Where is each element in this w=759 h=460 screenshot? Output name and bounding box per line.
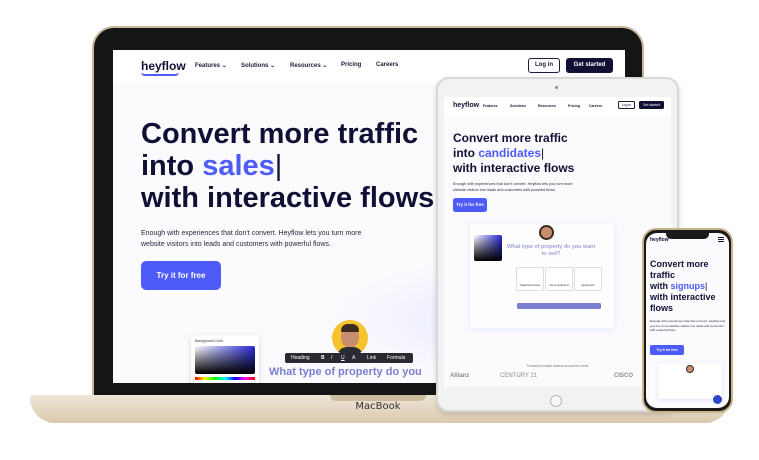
- color-gradient-picker[interactable]: [195, 346, 255, 374]
- trusted-by-text: Trusted by market leaders around the wor…: [526, 364, 589, 368]
- hue-slider[interactable]: [195, 377, 255, 380]
- try-free-button[interactable]: Try it for free: [141, 261, 221, 290]
- phone-notch: [666, 233, 709, 239]
- text-format-toolbar: Heading B I U A Link Formula: [285, 353, 413, 363]
- color-picker-card[interactable]: Background Color: [191, 335, 259, 383]
- option-card-apartment[interactable]: [574, 267, 602, 291]
- underline-button[interactable]: U: [341, 355, 345, 361]
- phone-screen: heyflow Convert more traffic with signup…: [646, 233, 729, 408]
- text-color-button[interactable]: A: [352, 355, 355, 361]
- camera-icon: [555, 86, 558, 89]
- italic-button[interactable]: I: [331, 355, 332, 361]
- nav-item-solutions[interactable]: Solutions ⌄: [241, 62, 275, 69]
- flow-question-text: What type of property do you want to sel…: [506, 244, 596, 257]
- headline-accent-word: candidates: [478, 146, 542, 160]
- get-started-button[interactable]: Get started: [639, 101, 664, 109]
- cisco-logo: CISCO: [614, 373, 634, 379]
- chevron-down-icon: ⌄: [221, 63, 227, 69]
- hero-subtitle: Enough with experiences that don't conve…: [650, 319, 726, 332]
- try-free-button[interactable]: Try it for free: [453, 198, 487, 212]
- flow-question-text: What type of property do you: [269, 366, 422, 378]
- option-label: Semi-detached: [549, 283, 569, 287]
- chat-bubble-icon[interactable]: [713, 395, 722, 404]
- hero-subtitle: Enough with experiences that don't conve…: [141, 230, 362, 248]
- heyflow-logo[interactable]: heyflow: [650, 237, 669, 243]
- nav-item-careers[interactable]: Careers: [376, 62, 398, 68]
- hamburger-menu-icon-bar: [718, 239, 724, 240]
- avatar: [332, 320, 368, 356]
- login-button[interactable]: Log in: [528, 58, 560, 73]
- laptop-brand-label: MacBook: [355, 401, 401, 412]
- device-mockup-stage: MacBook heyflow Features ⌄ Solutions ⌄ R…: [0, 0, 759, 460]
- logo-smile-icon: [141, 72, 179, 76]
- nav-item-pricing[interactable]: Pricing: [341, 62, 361, 68]
- continue-bar[interactable]: [517, 303, 601, 309]
- hero-headline: Convert more traffic with signups| with …: [650, 259, 716, 313]
- allianz-logo: Allianz: [450, 373, 470, 379]
- option-label: Detached House: [519, 283, 541, 287]
- headline-accent-word: sales: [202, 150, 275, 182]
- nav-item-pricing[interactable]: Pricing: [568, 104, 580, 108]
- formula-button[interactable]: Formula: [387, 355, 405, 361]
- heyflow-logo[interactable]: heyflow: [141, 59, 186, 73]
- link-button[interactable]: Link: [367, 355, 376, 361]
- century21-logo: CENTURY 21: [500, 373, 538, 379]
- hero-subtitle: Enough with experiences that don't conve…: [453, 182, 573, 192]
- hero-headline: Convert more traffic into sales| with in…: [141, 118, 435, 214]
- tablet-nav-bar: heyflow Features Solutions Resources Pri…: [444, 97, 671, 115]
- avatar: [539, 225, 554, 240]
- nav-item-resources[interactable]: Resources ⌄: [290, 62, 327, 69]
- login-button[interactable]: Log in: [618, 101, 635, 109]
- hero-headline: Convert more traffic into candidates| wi…: [453, 131, 575, 175]
- tablet-screen: heyflow Features Solutions Resources Pri…: [444, 97, 671, 387]
- home-button-icon: [550, 395, 562, 407]
- chevron-down-icon: ⌄: [270, 63, 276, 69]
- color-gradient-picker[interactable]: [474, 235, 502, 261]
- try-free-button[interactable]: Try it for free: [650, 345, 684, 355]
- option-label: Apartment: [581, 283, 595, 287]
- avatar: [686, 365, 694, 373]
- option-card-semi[interactable]: [545, 267, 573, 291]
- nav-item-features[interactable]: Features ⌄: [195, 62, 227, 69]
- nav-item-solutions[interactable]: Solutions: [510, 104, 526, 108]
- color-picker-title: Background Color: [195, 339, 224, 343]
- bold-button[interactable]: B: [321, 355, 325, 361]
- get-started-button[interactable]: Get started: [566, 58, 613, 73]
- headline-accent-word: signups: [670, 281, 706, 291]
- chevron-down-icon: ⌄: [322, 63, 328, 69]
- heading-dropdown[interactable]: Heading: [291, 355, 310, 361]
- nav-item-features[interactable]: Features: [483, 104, 498, 108]
- option-card-detached[interactable]: [516, 267, 544, 291]
- heyflow-logo[interactable]: heyflow: [453, 102, 479, 109]
- nav-item-resources[interactable]: Resources: [538, 104, 556, 108]
- nav-item-careers[interactable]: Careers: [589, 104, 602, 108]
